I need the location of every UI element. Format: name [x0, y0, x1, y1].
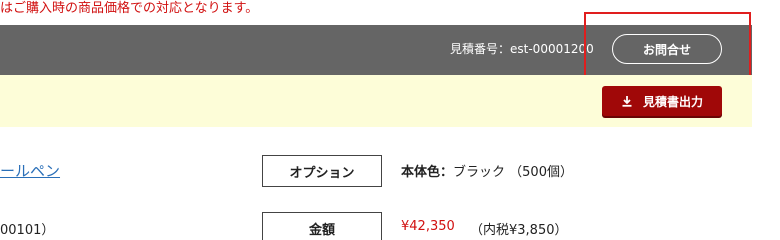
amount-label-box: 金額	[262, 212, 382, 240]
product-name-link[interactable]: ールペン	[0, 160, 60, 181]
download-icon	[621, 95, 633, 107]
product-code: 00101）	[0, 223, 55, 238]
option-label-box: オプション	[262, 155, 382, 187]
quote-number-value: est-00001200	[510, 42, 594, 56]
option-value-text: ブラック （500個）	[453, 165, 573, 180]
contact-button[interactable]: お問合せ	[612, 34, 722, 64]
estimate-page: はご購入時の商品価格での対応となります。 見積番号：est-00001200 お…	[0, 0, 780, 240]
export-estimate-button[interactable]: 見積書出力	[602, 86, 722, 116]
tax-note: （内税¥3,850）	[470, 223, 568, 238]
option-value: 本体色：ブラック （500個）	[401, 161, 573, 180]
export-button-label: 見積書出力	[642, 94, 703, 109]
price-value: ¥42,350	[401, 219, 455, 234]
notice-text: はご購入時の商品価格での対応となります。	[0, 1, 259, 16]
option-key: 本体色：	[401, 165, 454, 180]
quote-number-label: 見積番号：	[450, 42, 511, 56]
quote-number: 見積番号：est-00001200	[450, 40, 594, 57]
